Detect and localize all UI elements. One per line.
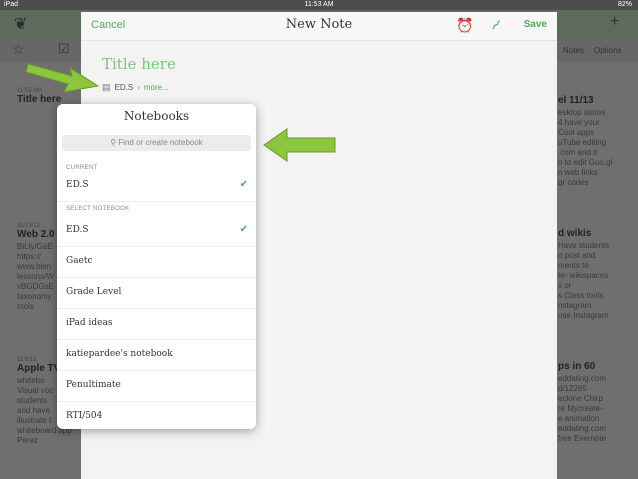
evernote-logo-icon: ❦ [14, 16, 28, 33]
status-bar: iPad 11:53 AM 82% [0, 0, 638, 10]
background-note-title: d wikis [558, 228, 592, 239]
background-note-line: re Mycreate- [558, 404, 603, 413]
background-note-line: te- wikispaces [558, 271, 609, 280]
notebook-label[interactable]: ED.S [115, 83, 134, 92]
popover-title: Notebooks [123, 109, 190, 123]
background-note-line: esktop stores [558, 108, 606, 117]
background-note-line: uTube editing [558, 138, 607, 147]
checkmark-icon: ✔ [239, 224, 248, 235]
background-note-line: e animation [558, 414, 600, 423]
clock: 11:53 AM [304, 1, 334, 8]
background-note-line: www.blen [17, 262, 52, 271]
title-input[interactable]: Title here [102, 55, 176, 73]
annotation-arrow-search [263, 128, 336, 162]
toolbar-notes: Notes [563, 46, 584, 55]
plus-icon: + [610, 13, 620, 30]
background-note-line: 4 have your [558, 118, 600, 127]
search-icon: ⚲ [110, 138, 117, 147]
select-section-header: SELECT NOTEBOOK [66, 206, 130, 212]
background-note-line: n to edit Goo.gl [558, 158, 613, 167]
notebook-item-label: iPad ideas [66, 318, 113, 328]
background-note-line: use Instagram [558, 311, 609, 320]
modal-header: Cancel New Note ⏰ ⌇ Save [81, 12, 557, 41]
notebook-selector[interactable]: ▤ ED.S › more... [102, 82, 169, 93]
notebook-item[interactable]: Penultimate [57, 371, 256, 402]
background-note-title: Apple TV [17, 363, 61, 374]
background-note-line: free Evernote [558, 434, 607, 443]
notebook-item[interactable]: katiepardee's notebook [57, 340, 256, 371]
search-placeholder: Find or create notebook [118, 138, 203, 147]
chevron-right-icon: › [137, 83, 140, 92]
background-note-line: Perez [17, 436, 38, 445]
save-button[interactable]: Save [524, 19, 547, 30]
background-note-line: qr codes [558, 178, 589, 187]
background-note-title: el 11/13 [558, 95, 594, 106]
background-note-line: eddating.com [558, 424, 607, 433]
background-note-line: s Class tools [558, 291, 604, 300]
background-note-line: https:// [17, 252, 42, 261]
background-note-line: Cool apps [558, 128, 595, 137]
notebook-icon: ▤ [102, 82, 111, 92]
more-link[interactable]: more... [144, 83, 169, 92]
background-note-line: Have students [558, 241, 610, 250]
notebook-item-label: ED.S [66, 225, 89, 235]
notebook-search-input[interactable]: ⚲ Find or create notebook [62, 135, 251, 151]
toolbar-options: Options [594, 46, 622, 55]
checkmark-icon: ✔ [239, 179, 248, 190]
background-note-line: .com and it [558, 148, 598, 157]
background-note-line: students [17, 396, 48, 405]
notebook-item-label: RTI/504 [66, 411, 103, 421]
background-note-line: whitebo [17, 376, 45, 385]
background-note-title: ps in 60 [558, 361, 596, 372]
notebook-item-label: Gaetc [66, 256, 93, 266]
notebook-picker-popover: Notebooks ⚲ Find or create notebook CURR… [57, 104, 256, 429]
background-note-line: taxonomy [17, 292, 52, 301]
background-note-line: illustrate t [17, 416, 52, 425]
current-notebook-label: ED.S [66, 180, 89, 190]
background-note-line: eddating.com [558, 374, 607, 383]
modal-title: New Note [285, 17, 353, 32]
background-note-line: ments to [558, 261, 589, 270]
background-note-line: nstagram [558, 301, 592, 310]
notebook-item-label: Penultimate [66, 380, 121, 390]
notebook-item[interactable]: ED.S ✔ [57, 216, 256, 247]
background-note-line: d/12265 [558, 384, 587, 393]
notebook-item[interactable]: RTI/504 [57, 402, 256, 429]
battery-label: 82% [617, 1, 632, 8]
background-note-title: Web 2.0 [17, 229, 55, 240]
background-note-title: Title here [17, 94, 62, 105]
notebook-item[interactable]: Grade Level [57, 278, 256, 309]
background-note-line: o post and [558, 251, 596, 260]
background-note-line: eclone Chirp [558, 394, 603, 403]
background-note-line: tools [17, 302, 34, 311]
star-icon: ☆ [12, 41, 25, 57]
background-note-line: lessons/W [17, 272, 54, 281]
background-note-line: Bit.ly/GaE [17, 242, 53, 251]
notebook-item-label: katiepardee's notebook [66, 349, 173, 359]
background-note-line: Visual voc [17, 386, 54, 395]
notebook-item-label: Grade Level [66, 287, 122, 297]
alarm-icon[interactable]: ⏰ [456, 17, 473, 34]
background-note-line: s or [558, 281, 572, 290]
notebook-item[interactable]: iPad ideas [57, 309, 256, 340]
background-note-line: n web links [558, 168, 598, 177]
background-note-line: and have [17, 406, 50, 415]
current-notebook-item[interactable]: ED.S ✔ [57, 171, 256, 202]
notebook-item[interactable]: Gaetc [57, 247, 256, 278]
background-note-line: vBGDGsE [17, 282, 54, 291]
annotation-arrow-notebook [26, 63, 100, 93]
